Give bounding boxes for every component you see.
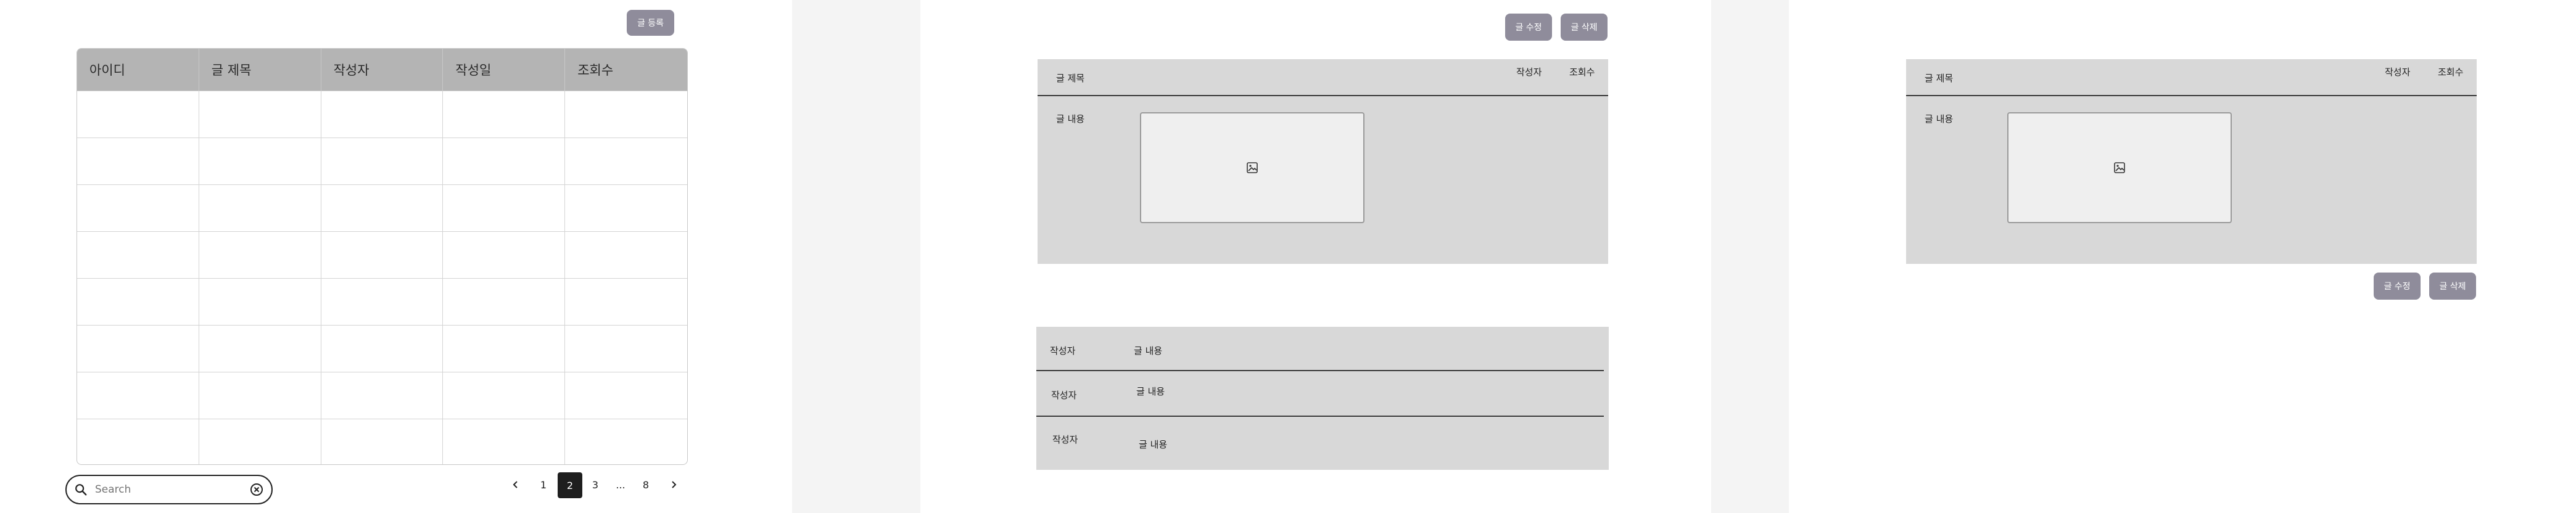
table-cell — [199, 137, 321, 184]
table-cell — [77, 278, 199, 325]
column-header-views: 조회수 — [565, 49, 687, 91]
table-cell — [443, 372, 566, 419]
table-cell — [443, 325, 566, 372]
image-icon — [2112, 160, 2127, 175]
table-cell — [443, 231, 566, 278]
table-cell — [77, 419, 199, 464]
page-2-current[interactable]: 2 — [558, 472, 582, 498]
table-cell — [565, 372, 687, 419]
table-cell — [565, 184, 687, 231]
search-icon — [74, 483, 88, 496]
post-detail-panel: 글 제목 작성자 조회수 글 내용 — [1038, 59, 1608, 264]
table-cell — [321, 325, 444, 372]
page-ellipsis: ... — [616, 478, 625, 491]
post-views-label: 조회수 — [1569, 67, 1595, 78]
frame-gap-2 — [1711, 0, 1789, 513]
table-cell — [77, 137, 199, 184]
comment-author: 작성자 — [1052, 434, 1078, 445]
table-cell — [321, 278, 444, 325]
table-cell — [565, 278, 687, 325]
table-cell — [199, 184, 321, 231]
table-cell — [77, 372, 199, 419]
table-cell — [565, 231, 687, 278]
table-cell — [443, 184, 566, 231]
clear-search-icon[interactable] — [249, 482, 264, 497]
table-cell — [443, 137, 566, 184]
comment-list: 작성자 글 내용 작성자 글 내용 작성자 글 내용 — [1036, 327, 1609, 470]
frame-gap-1 — [792, 0, 920, 513]
post-author-label: 작성자 — [2385, 67, 2411, 78]
table-cell — [565, 419, 687, 464]
table-cell — [77, 231, 199, 278]
table-cell — [565, 137, 687, 184]
post-detail-panel-2: 글 제목 작성자 조회수 글 내용 — [1906, 59, 2477, 264]
comment-content: 글 내용 — [1136, 386, 1165, 397]
comment-content: 글 내용 — [1139, 439, 1168, 450]
table-cell — [321, 419, 444, 464]
table-cell — [321, 372, 444, 419]
edit-post-button[interactable]: 글 수정 — [1505, 14, 1552, 41]
post-content-label: 글 내용 — [1056, 113, 1085, 125]
table-cell — [77, 184, 199, 231]
delete-post-button[interactable]: 글 삭제 — [1561, 14, 1608, 41]
table-cell — [443, 278, 566, 325]
write-post-button[interactable]: 글 등록 — [627, 10, 674, 36]
post-title-label: 글 제목 — [1925, 73, 1954, 84]
column-header-title: 글 제목 — [199, 49, 321, 91]
page-8[interactable]: 8 — [634, 472, 658, 497]
table-cell — [199, 91, 321, 137]
search-bar[interactable] — [65, 475, 273, 504]
table-cell — [565, 91, 687, 137]
search-input[interactable] — [94, 483, 249, 496]
table-cell — [321, 137, 444, 184]
header-divider — [1038, 95, 1608, 96]
table-cell — [77, 91, 199, 137]
table-cell — [199, 419, 321, 464]
column-header-id: 아이디 — [77, 49, 199, 91]
post-table: 아이디 글 제목 작성자 작성일 조회수 — [76, 48, 688, 465]
delete-post-button-2[interactable]: 글 삭제 — [2429, 273, 2476, 300]
comment-author: 작성자 — [1051, 390, 1077, 401]
post-content-label: 글 내용 — [1925, 113, 1954, 125]
edit-post-button-2[interactable]: 글 수정 — [2374, 273, 2421, 300]
table-cell — [321, 184, 444, 231]
comment-divider — [1036, 370, 1604, 371]
table-cell — [443, 419, 566, 464]
pagination: 1 2 3 ... 8 — [507, 471, 692, 499]
post-image-placeholder — [2007, 112, 2232, 223]
page-3[interactable]: 3 — [584, 472, 607, 497]
table-cell — [321, 231, 444, 278]
comment-divider — [1036, 416, 1604, 417]
table-cell — [77, 325, 199, 372]
table-cell — [199, 231, 321, 278]
post-title-label: 글 제목 — [1056, 73, 1085, 84]
table-cell — [443, 91, 566, 137]
post-image-placeholder — [1140, 112, 1364, 223]
column-header-date: 작성일 — [443, 49, 566, 91]
table-cell — [199, 372, 321, 419]
post-views-label: 조회수 — [2438, 67, 2464, 78]
image-icon — [1245, 160, 1260, 175]
comment-content: 글 내용 — [1134, 345, 1163, 356]
table-cell — [199, 325, 321, 372]
page-1[interactable]: 1 — [532, 472, 555, 497]
next-page-icon[interactable] — [665, 476, 682, 493]
table-cell — [199, 278, 321, 325]
table-cell — [321, 91, 444, 137]
comment-author: 작성자 — [1050, 345, 1076, 356]
header-divider — [1906, 95, 2477, 96]
post-author-label: 작성자 — [1516, 67, 1542, 78]
column-header-author: 작성자 — [321, 49, 444, 91]
table-cell — [565, 325, 687, 372]
prev-page-icon[interactable] — [507, 476, 524, 493]
